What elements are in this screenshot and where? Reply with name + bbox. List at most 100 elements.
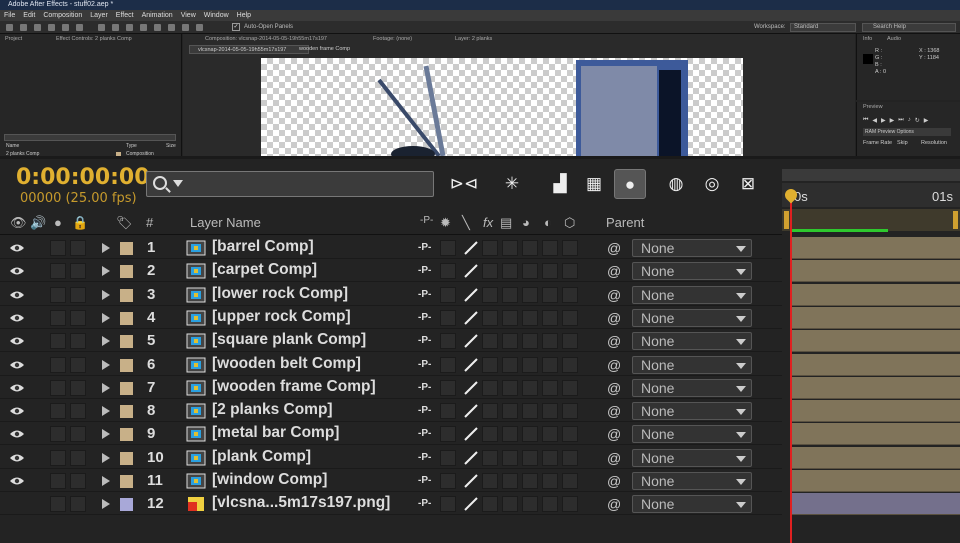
motion-blur-switch[interactable]: [522, 333, 538, 350]
menu-item-composition[interactable]: Composition: [43, 10, 82, 21]
layer-duration-bar[interactable]: [792, 493, 960, 516]
frame-blending-icon[interactable]: ▦: [578, 169, 610, 199]
3d-layer-switch[interactable]: [562, 286, 578, 303]
layer-label-color[interactable]: [120, 405, 133, 419]
effects-switch[interactable]: [482, 496, 498, 513]
layer-name[interactable]: [square plank Comp]: [212, 331, 366, 349]
frame-blend-switch[interactable]: [502, 379, 518, 396]
eye-icon[interactable]: [9, 313, 25, 323]
layer-row[interactable]: 3 [lower rock Comp] -P- @ None: [0, 284, 782, 306]
quality-switch-icon[interactable]: [462, 472, 480, 490]
eye-icon[interactable]: [9, 336, 25, 346]
3d-layer-switch[interactable]: [562, 449, 578, 466]
parent-dropdown[interactable]: None: [632, 355, 752, 374]
lock-header-icon[interactable]: 🔒: [72, 215, 88, 231]
solo-switch[interactable]: [50, 356, 66, 373]
motion-blur-switch[interactable]: [522, 403, 538, 420]
eye-icon[interactable]: [9, 290, 25, 300]
composition-viewer[interactable]: [261, 58, 743, 156]
auto-open-checkbox[interactable]: ✓: [232, 23, 240, 31]
3d-layer-switch[interactable]: [562, 473, 578, 489]
text-tool-icon[interactable]: [126, 24, 133, 31]
eye-icon[interactable]: [9, 406, 25, 416]
shy-switch-icon[interactable]: -P-: [418, 405, 431, 416]
label-header-icon[interactable]: 🏷: [116, 215, 133, 231]
layer-label-color[interactable]: [120, 265, 133, 279]
solo-switch[interactable]: [50, 309, 66, 326]
parent-pickwhip-icon[interactable]: @: [607, 310, 621, 326]
frame-blend-switch[interactable]: [502, 263, 518, 280]
layer-name[interactable]: [wooden belt Comp]: [212, 355, 361, 373]
solo-switch[interactable]: [50, 333, 66, 350]
frame-blend-switch[interactable]: [502, 403, 518, 420]
3d-layer-switch[interactable]: [562, 426, 578, 443]
brush-tool-icon[interactable]: [140, 24, 147, 31]
search-dropdown-icon[interactable]: [173, 180, 183, 187]
frame-blend-switch[interactable]: [502, 449, 518, 466]
expand-layer-icon[interactable]: [102, 382, 110, 393]
adjustment-layer-switch[interactable]: [542, 356, 558, 373]
eraser-tool-icon[interactable]: [168, 24, 175, 31]
layer-name[interactable]: [wooden frame Comp]: [212, 378, 376, 396]
mask-tool-icon[interactable]: [98, 24, 105, 31]
layer-label-color[interactable]: [120, 311, 133, 325]
parent-dropdown[interactable]: None: [632, 308, 752, 327]
layer-number-header[interactable]: #: [146, 215, 153, 230]
lock-switch[interactable]: [70, 286, 86, 303]
motion-blur-switch[interactable]: [522, 356, 538, 373]
col-name[interactable]: Name: [6, 143, 19, 149]
layer-row[interactable]: 4 [upper rock Comp] -P- @ None: [0, 307, 782, 329]
hand-tool-icon[interactable]: [20, 24, 27, 31]
adjustment-layer-switch[interactable]: [542, 240, 558, 256]
adjustment-layer-switch[interactable]: [542, 309, 558, 326]
layer-name[interactable]: [vlcsna...5m17s197.png]: [212, 494, 390, 512]
layer-name[interactable]: [barrel Comp]: [212, 238, 314, 256]
parent-pickwhip-icon[interactable]: @: [607, 426, 621, 442]
project-search-input[interactable]: [4, 134, 176, 141]
lock-switch[interactable]: [70, 333, 86, 350]
quality-switch-icon[interactable]: [462, 356, 480, 374]
adjustment-layer-switch[interactable]: [542, 449, 558, 466]
menu-item-animation[interactable]: Animation: [142, 10, 173, 21]
expand-layer-icon[interactable]: [102, 429, 110, 440]
quality-switch-icon[interactable]: [462, 425, 480, 443]
frame-blend-switch[interactable]: [502, 356, 518, 373]
pen-tool-icon[interactable]: [112, 24, 119, 31]
puppet-tool-icon[interactable]: [196, 24, 203, 31]
motion-blur-header-icon[interactable]: ◕: [522, 215, 530, 230]
expand-layer-icon[interactable]: [102, 336, 110, 347]
collapse-header-icon[interactable]: ✹: [440, 215, 451, 231]
tab-effect-controls[interactable]: Effect Controls: 2 planks Comp: [56, 36, 132, 42]
menu-item-edit[interactable]: Edit: [23, 10, 35, 21]
adjustment-layer-switch[interactable]: [542, 496, 558, 513]
search-help-input[interactable]: Search Help: [862, 23, 956, 32]
layer-duration-bar[interactable]: [792, 283, 960, 306]
collapse-switch[interactable]: [440, 496, 456, 513]
parent-dropdown[interactable]: None: [632, 495, 752, 514]
effects-switch[interactable]: [482, 286, 498, 303]
frame-blend-switch[interactable]: [502, 333, 518, 350]
layer-row[interactable]: 1 [barrel Comp] -P- @ None: [0, 237, 782, 259]
solo-switch[interactable]: [50, 403, 66, 420]
frame-blend-header-icon[interactable]: ▤: [500, 215, 512, 231]
parent-dropdown[interactable]: None: [632, 402, 752, 421]
layer-duration-bar[interactable]: [792, 470, 960, 492]
parent-pickwhip-icon[interactable]: @: [607, 287, 621, 303]
layer-label-color[interactable]: [120, 288, 133, 302]
parent-dropdown[interactable]: None: [632, 472, 752, 490]
quality-switch-icon[interactable]: [462, 402, 480, 420]
parent-dropdown[interactable]: None: [632, 378, 752, 397]
shy-switch-icon[interactable]: -P-: [418, 359, 431, 370]
collapse-switch[interactable]: [440, 473, 456, 489]
collapse-switch[interactable]: [440, 263, 456, 280]
motion-blur-switch[interactable]: [522, 449, 538, 466]
menu-item-effect[interactable]: Effect: [116, 10, 134, 21]
parent-pickwhip-icon[interactable]: @: [607, 240, 621, 256]
effects-switch[interactable]: [482, 426, 498, 443]
auto-keyframe-icon[interactable]: ◎: [696, 169, 728, 199]
next-frame-icon[interactable]: ▶: [890, 117, 895, 124]
lock-switch[interactable]: [70, 379, 86, 396]
shy-switch-icon[interactable]: -P-: [418, 382, 431, 393]
tab-project[interactable]: Project: [5, 36, 22, 42]
lock-switch[interactable]: [70, 426, 86, 443]
